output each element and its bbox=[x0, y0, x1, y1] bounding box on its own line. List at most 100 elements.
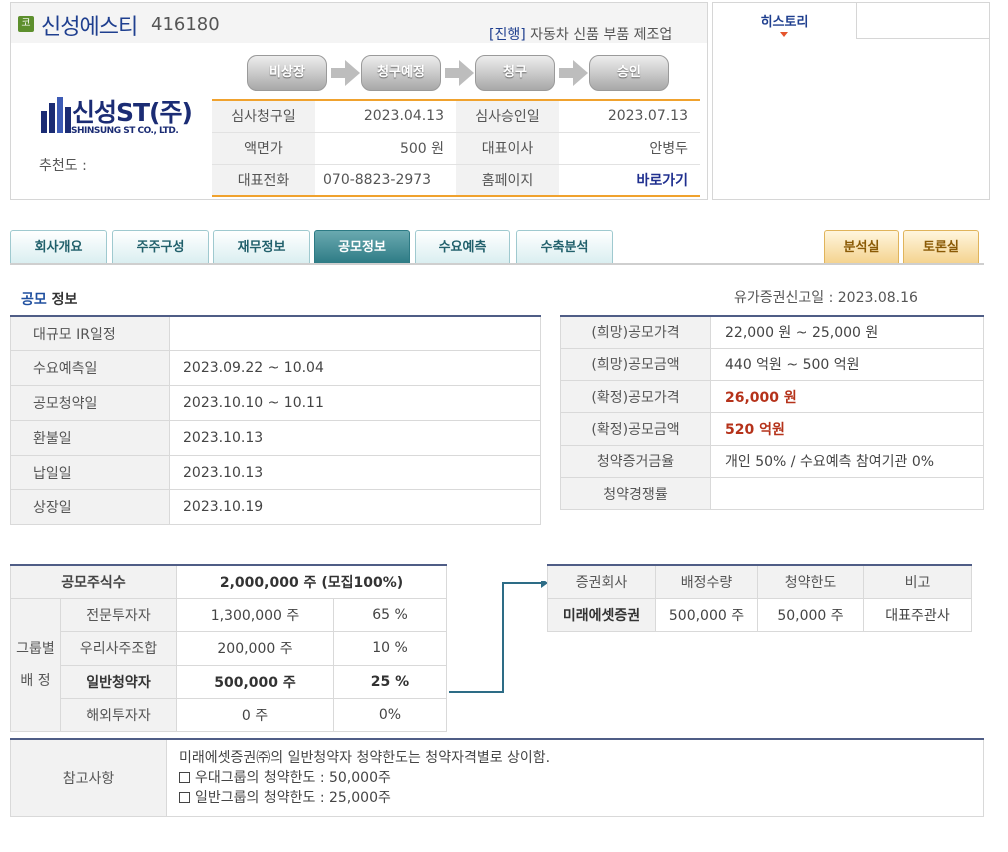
pricing-value: 520 억원 bbox=[710, 412, 984, 446]
group-allocation-label: 그룹별 배 정 bbox=[10, 597, 61, 733]
note-line: 미래에셋증권㈜의 일반청약자 청약한도는 청약자격별로 상이함. bbox=[179, 750, 551, 766]
homepage-link[interactable]: 바로가기 bbox=[636, 173, 688, 189]
section-title-rest: 정보 bbox=[46, 292, 78, 308]
company-info-table: 심사청구일 2023.04.13 심사승인일 2023.07.13 액면가 50… bbox=[212, 99, 700, 197]
homepage-label: 홈페이지 bbox=[456, 164, 559, 197]
table-row: 일반청약자 500,000 주 25 % bbox=[11, 664, 447, 700]
tab-shareholders[interactable]: 주주구성 bbox=[112, 230, 209, 264]
notes-content: 미래에셋증권㈜의 일반청약자 청약한도는 청약자격별로 상이함. 우대그룹의 청… bbox=[166, 738, 984, 817]
table-row: 청약경쟁률 bbox=[560, 476, 984, 511]
table-row: 상장일 2023.10.19 bbox=[10, 489, 541, 526]
schedule-label: 납일일 bbox=[10, 454, 170, 491]
broker-header: 비고 bbox=[863, 564, 972, 599]
schedule-value: 2023.10.10 ~ 10.11 bbox=[169, 385, 541, 421]
broker-header: 청약한도 bbox=[757, 564, 864, 599]
schedule-label: 대규모 IR일정 bbox=[10, 315, 170, 352]
alloc-pct: 25 % bbox=[333, 664, 447, 700]
note-line-item: 우대그룹의 청약한도 : 50,000주 bbox=[179, 768, 971, 788]
recommend-label: 추천도 : bbox=[39, 158, 87, 174]
schedule-value: 2023.09.22 ~ 10.04 bbox=[169, 350, 541, 387]
broker-note: 대표주관사 bbox=[863, 597, 972, 633]
alloc-shares: 0 주 bbox=[176, 698, 334, 733]
company-header: 코 신성에스티 416180 [진행] 자동차 신품 부품 제조업 신성ST(주… bbox=[10, 2, 708, 200]
alloc-shares: 500,000 주 bbox=[176, 664, 334, 700]
allocation-table: 공모주식수 2,000,000 주 (모집100%) 그룹별 배 정 전문투자자 … bbox=[10, 564, 447, 733]
pricing-value: 26,000 원 bbox=[710, 380, 984, 414]
table-row: 수요예측일 2023.09.22 ~ 10.04 bbox=[10, 350, 541, 387]
step-approved: 승인 bbox=[589, 55, 669, 91]
pricing-label: 청약경쟁률 bbox=[560, 476, 711, 511]
schedule-label: 상장일 bbox=[10, 489, 170, 526]
tab-financials[interactable]: 재무정보 bbox=[213, 230, 310, 264]
schedule-table: 대규모 IR일정 수요예측일 2023.09.22 ~ 10.04 공모청약일 20… bbox=[10, 315, 541, 526]
pricing-label: (확정)공모가격 bbox=[560, 380, 711, 414]
step-planned: 청구예정 bbox=[361, 55, 441, 91]
total-shares-value: 2,000,000 주 (모집100%) bbox=[176, 564, 447, 599]
company-logo: 신성ST(주) SHINSUNG ST CO., LTD. bbox=[41, 97, 193, 145]
pricing-value: 22,000 원 ~ 25,000 원 bbox=[710, 315, 984, 349]
status-line: [진행] 자동차 신품 부품 제조업 bbox=[489, 24, 672, 44]
note-line-item: 일반그룹의 청약한도 : 25,000주 bbox=[179, 788, 971, 808]
history-panel: 히스토리 bbox=[712, 2, 990, 200]
tab-discussion-room[interactable]: 토론실 bbox=[903, 230, 979, 264]
tab-company-overview[interactable]: 회사개요 bbox=[10, 230, 107, 264]
homepage-cell: 바로가기 bbox=[559, 164, 700, 197]
table-row: 환불일 2023.10.13 bbox=[10, 419, 541, 456]
company-name: 신성에스티 bbox=[41, 15, 138, 40]
table-row: (희망)공모금액 440 억원 ~ 500 억원 bbox=[560, 347, 984, 382]
alloc-label: 일반청약자 bbox=[60, 664, 177, 700]
alloc-pct: 65 % bbox=[333, 597, 447, 633]
title-bar: 코 신성에스티 416180 [진행] 자동차 신품 부품 제조업 bbox=[11, 3, 707, 43]
schedule-label: 공모청약일 bbox=[10, 385, 170, 421]
pricing-value: 개인 50% / 수요예측 참여기관 0% bbox=[710, 444, 984, 478]
broker-table: 증권회사 배정수량 청약한도 비고 미래에셋증권 500,000 주 50,00… bbox=[547, 564, 972, 633]
table-row: 공모청약일 2023.10.10 ~ 10.11 bbox=[10, 385, 541, 421]
table-row: 그룹별 배 정 전문투자자 1,300,000 주 65 % bbox=[10, 597, 447, 733]
broker-limit: 50,000 주 bbox=[757, 597, 864, 633]
pricing-label: (확정)공모금액 bbox=[560, 412, 711, 446]
schedule-value: 2023.10.19 bbox=[169, 489, 541, 526]
step-arrow-icon bbox=[559, 60, 589, 86]
table-row: (확정)공모금액 520 억원 bbox=[560, 412, 984, 446]
schedule-label: 수요예측일 bbox=[10, 350, 170, 387]
pricing-table: (희망)공모가격 22,000 원 ~ 25,000 원 (희망)공모금액 440 … bbox=[560, 315, 984, 511]
approval-date-value: 2023.07.13 bbox=[559, 100, 700, 133]
tab-ipo-info[interactable]: 공모정보 bbox=[314, 230, 410, 264]
pricing-value bbox=[710, 476, 984, 511]
tab-analysis-room[interactable]: 분석실 bbox=[824, 230, 899, 264]
table-row: 미래에셋증권 500,000 주 50,000 주 대표주관사 bbox=[547, 597, 972, 633]
alloc-label: 우리사주조합 bbox=[60, 631, 177, 666]
alloc-label: 해외투자자 bbox=[60, 698, 177, 733]
tab-return-analysis[interactable]: 수축분석 bbox=[516, 230, 613, 264]
notes-table: 참고사항 미래에셋증권㈜의 일반청약자 청약한도는 청약자격별로 상이함. 우대… bbox=[10, 738, 984, 817]
phone-label: 대표전화 bbox=[212, 164, 315, 197]
table-row: 납일일 2023.10.13 bbox=[10, 454, 541, 491]
table-row: (확정)공모가격 26,000 원 bbox=[560, 380, 984, 414]
alloc-label: 전문투자자 bbox=[60, 597, 177, 633]
table-row: 증권회사 배정수량 청약한도 비고 bbox=[547, 564, 972, 599]
table-row: 해외투자자 0 주 0% bbox=[11, 698, 447, 733]
tab-demand-forecast[interactable]: 수요예측 bbox=[415, 230, 510, 264]
table-row: 대규모 IR일정 bbox=[10, 315, 541, 352]
table-row: 청약증거금율 개인 50% / 수요예측 참여기관 0% bbox=[560, 444, 984, 478]
step-arrow-icon bbox=[331, 60, 361, 86]
ceo-label: 대표이사 bbox=[456, 132, 559, 165]
logo-mark-icon bbox=[41, 97, 71, 133]
table-row: (희망)공모가격 22,000 원 ~ 25,000 원 bbox=[560, 315, 984, 349]
table-row: 공모주식수 2,000,000 주 (모집100%) bbox=[10, 564, 447, 599]
schedule-value: 2023.10.13 bbox=[169, 419, 541, 456]
phone-value: 070-8823-2973 bbox=[315, 164, 456, 197]
logo-text-ko: 신성ST(주) bbox=[72, 98, 193, 127]
stock-code: 416180 bbox=[151, 14, 220, 35]
step-unlisted: 비상장 bbox=[247, 55, 327, 91]
broker-header: 증권회사 bbox=[547, 564, 656, 599]
caret-down-icon bbox=[780, 32, 788, 37]
broker-shares: 500,000 주 bbox=[655, 597, 758, 633]
par-value: 500 원 bbox=[315, 132, 456, 165]
table-row: 우리사주조합 200,000 주 10 % bbox=[11, 631, 447, 666]
section-title: 공모 정보 bbox=[21, 289, 77, 309]
checkbox-icon bbox=[179, 792, 190, 803]
connector-arrow-icon bbox=[449, 581, 548, 693]
schedule-value bbox=[169, 315, 541, 352]
market-badge-icon: 코 bbox=[18, 16, 34, 32]
